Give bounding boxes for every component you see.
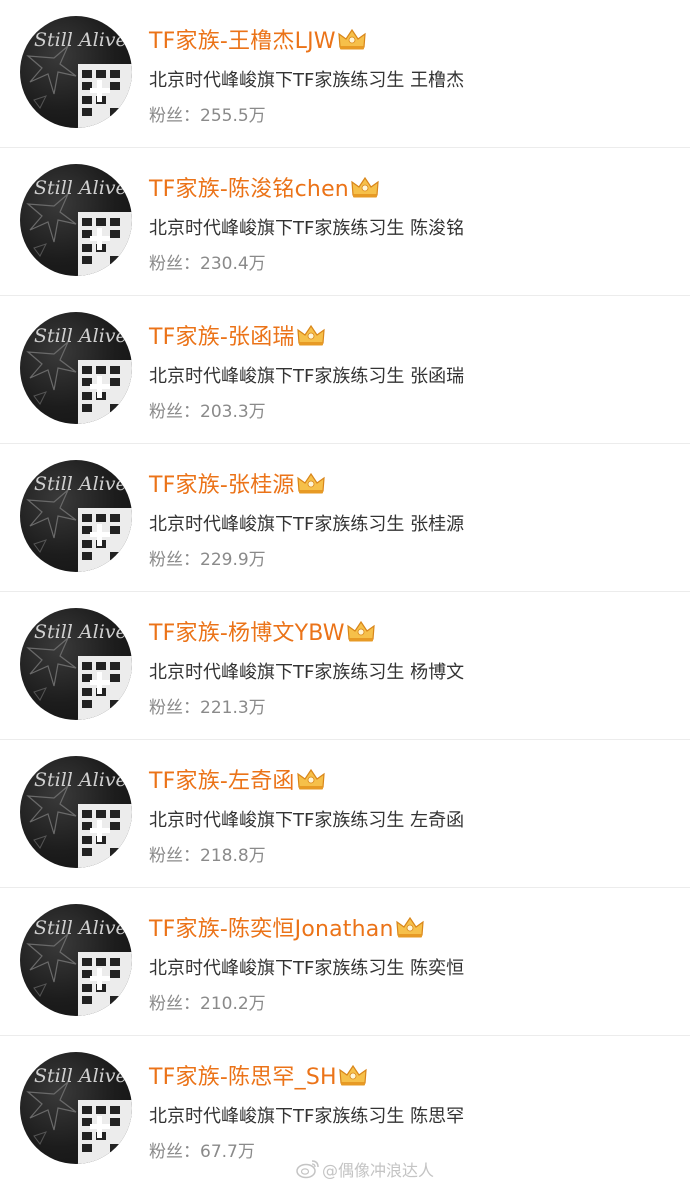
avatar[interactable]: Still Alive — [20, 608, 132, 720]
fans-count: 粉丝：230.4万 — [149, 249, 266, 274]
account-name[interactable]: TF家族-杨博文YBW — [149, 615, 345, 647]
avatar-text: Still Alive — [34, 769, 127, 791]
crown-icon — [347, 620, 375, 642]
account-row[interactable]: Still Alive TF家族-陈奕恒Jonathan 北京时代峰峻旗下TF家… — [0, 888, 690, 1036]
fans-value: 255.5万 — [200, 106, 266, 126]
name-line[interactable]: TF家族-张函瑞 — [149, 318, 326, 352]
name-line[interactable]: TF家族-左奇函 — [149, 762, 326, 796]
account-bio: 北京时代峰峻旗下TF家族练习生 王橹杰 — [149, 70, 465, 91]
fans-value: 67.7万 — [200, 1142, 255, 1162]
fans-value: 203.3万 — [200, 402, 266, 422]
account-row[interactable]: Still Alive TF家族-陈浚铭chen 北京时代峰峻旗下TF家族练习生… — [0, 148, 690, 296]
avatar-text: Still Alive — [34, 1065, 127, 1087]
avatar[interactable]: Still Alive — [20, 16, 132, 128]
watermark: @偶像冲浪达人 — [296, 1157, 434, 1181]
fans-value: 218.8万 — [200, 846, 266, 866]
fans-label: 粉丝： — [149, 1142, 200, 1162]
avatar[interactable]: Still Alive — [20, 904, 132, 1016]
account-row[interactable]: Still Alive TF家族-左奇函 北京时代峰峻旗下TF家族练习生 左奇函… — [0, 740, 690, 888]
account-bio: 北京时代峰峻旗下TF家族练习生 杨博文 — [149, 662, 465, 683]
name-line[interactable]: TF家族-陈浚铭chen — [149, 170, 380, 204]
fans-value: 221.3万 — [200, 698, 266, 718]
account-name[interactable]: TF家族-陈奕恒Jonathan — [149, 911, 394, 943]
fans-label: 粉丝： — [149, 846, 200, 866]
fans-value: 210.2万 — [200, 994, 266, 1014]
fans-label: 粉丝： — [149, 402, 200, 422]
avatar-text: Still Alive — [34, 177, 127, 199]
account-row[interactable]: Still Alive TF家族-杨博文YBW 北京时代峰峻旗下TF家族练习生 … — [0, 592, 690, 740]
crown-icon — [296, 768, 325, 790]
fans-count: 粉丝：67.7万 — [149, 1137, 255, 1162]
name-line[interactable]: TF家族-王橹杰LJW — [149, 22, 367, 56]
fans-count: 粉丝：255.5万 — [149, 101, 266, 126]
account-bio: 北京时代峰峻旗下TF家族练习生 陈奕恒 — [149, 958, 465, 979]
account-bio: 北京时代峰峻旗下TF家族练习生 张桂源 — [149, 514, 465, 535]
avatar[interactable]: Still Alive — [20, 460, 132, 572]
fans-label: 粉丝： — [149, 254, 200, 274]
avatar-text: Still Alive — [34, 917, 127, 939]
name-line[interactable]: TF家族-陈思罕_SH — [149, 1058, 368, 1092]
fans-label: 粉丝： — [149, 698, 200, 718]
avatar[interactable]: Still Alive — [20, 164, 132, 276]
account-name[interactable]: TF家族-左奇函 — [149, 763, 295, 795]
account-bio: 北京时代峰峻旗下TF家族练习生 张函瑞 — [149, 366, 465, 387]
avatar-text: Still Alive — [34, 621, 127, 643]
fans-count: 粉丝：203.3万 — [149, 397, 266, 422]
name-line[interactable]: TF家族-杨博文YBW — [149, 614, 376, 648]
avatar[interactable]: Still Alive — [20, 312, 132, 424]
crown-icon — [339, 1064, 367, 1086]
name-line[interactable]: TF家族-张桂源 — [149, 466, 326, 500]
avatar-text: Still Alive — [34, 29, 127, 51]
account-bio: 北京时代峰峻旗下TF家族练习生 左奇函 — [149, 810, 465, 831]
account-row[interactable]: Still Alive TF家族-张函瑞 北京时代峰峻旗下TF家族练习生 张函瑞… — [0, 296, 690, 444]
account-name[interactable]: TF家族-陈思罕_SH — [149, 1059, 337, 1091]
fans-count: 粉丝：218.8万 — [149, 841, 266, 866]
avatar[interactable]: Still Alive — [20, 1052, 132, 1164]
avatar[interactable]: Still Alive — [20, 756, 132, 868]
fans-count: 粉丝：221.3万 — [149, 693, 266, 718]
avatar-text: Still Alive — [34, 325, 127, 347]
avatar-text: Still Alive — [34, 473, 127, 495]
account-row[interactable]: Still Alive TF家族-张桂源 北京时代峰峻旗下TF家族练习生 张桂源… — [0, 444, 690, 592]
account-list: Still Alive TF家族-王橹杰LJW 北京时代峰峻旗下TF家族练习生 … — [0, 0, 690, 1184]
account-name[interactable]: TF家族-张桂源 — [149, 467, 295, 499]
weibo-icon — [296, 1160, 319, 1179]
fans-label: 粉丝： — [149, 994, 200, 1014]
account-bio: 北京时代峰峻旗下TF家族练习生 陈浚铭 — [149, 218, 465, 239]
account-row[interactable]: Still Alive TF家族-王橹杰LJW 北京时代峰峻旗下TF家族练习生 … — [0, 0, 690, 148]
account-name[interactable]: TF家族-陈浚铭chen — [149, 171, 349, 203]
fans-label: 粉丝： — [149, 550, 200, 570]
crown-icon — [395, 916, 424, 938]
fans-label: 粉丝： — [149, 106, 200, 126]
account-bio: 北京时代峰峻旗下TF家族练习生 陈思罕 — [149, 1106, 465, 1127]
crown-icon — [338, 28, 366, 50]
crown-icon — [351, 176, 379, 198]
watermark-text: @偶像冲浪达人 — [322, 1161, 435, 1180]
account-name[interactable]: TF家族-张函瑞 — [149, 319, 295, 351]
fans-value: 229.9万 — [200, 550, 266, 570]
account-name[interactable]: TF家族-王橹杰LJW — [149, 23, 336, 55]
fans-value: 230.4万 — [200, 254, 266, 274]
name-line[interactable]: TF家族-陈奕恒Jonathan — [149, 910, 425, 944]
fans-count: 粉丝：210.2万 — [149, 989, 266, 1014]
crown-icon — [296, 472, 325, 494]
fans-count: 粉丝：229.9万 — [149, 545, 266, 570]
crown-icon — [296, 324, 325, 346]
